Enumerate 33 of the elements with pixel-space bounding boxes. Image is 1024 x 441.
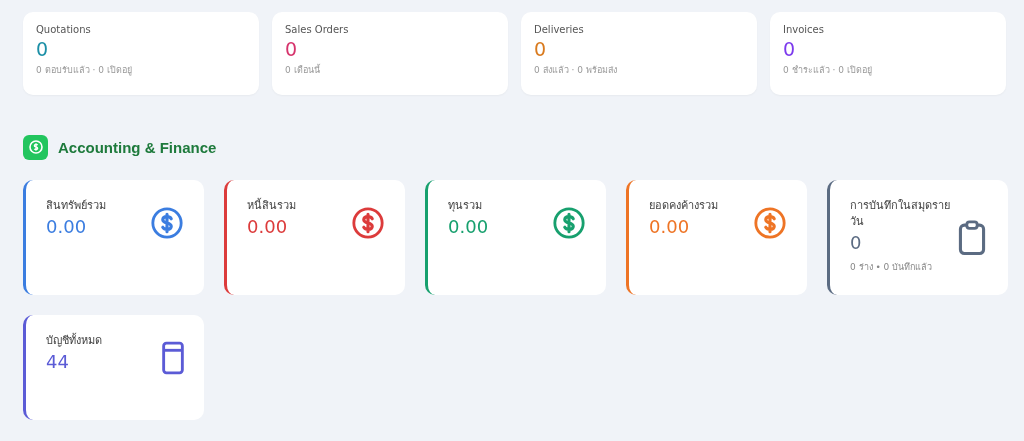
- section-title: Accounting & Finance: [58, 138, 217, 156]
- card-title: สินทรัพย์รวม: [46, 198, 106, 214]
- dollar-icon: [552, 206, 586, 240]
- card-title: การบันทึกในสมุดรายวัน: [850, 198, 951, 230]
- card-note: 0 ส่งแล้ว · 0 พร้อมส่ง: [534, 64, 617, 77]
- card-value: 0: [285, 37, 298, 61]
- card-note: 0 ตอบรับแล้ว · 0 เปิดอยู่: [36, 64, 132, 77]
- card-value: 44: [46, 350, 69, 374]
- card-value: 0.00: [46, 215, 87, 239]
- card-title: หนี้สินรวม: [247, 198, 296, 214]
- clipboard-icon: [956, 220, 988, 256]
- dollar-icon: [150, 206, 184, 240]
- card-value: 0: [36, 37, 49, 61]
- dollar-icon: [351, 206, 385, 240]
- dollar-icon: [753, 206, 787, 240]
- card-note: 0 เดือนนี้: [285, 63, 320, 77]
- card-value: 0: [783, 37, 796, 61]
- book-icon: [162, 341, 184, 375]
- card-value: 0.00: [448, 215, 489, 239]
- card-value: 0.00: [649, 215, 690, 239]
- card-title: Invoices: [783, 24, 824, 35]
- card-value: 0.00: [247, 215, 288, 239]
- card-value: 0: [850, 231, 862, 255]
- card-title: ทุนรวม: [448, 198, 482, 214]
- card-title: Deliveries: [534, 24, 584, 35]
- card-title: ยอดคงค้างรวม: [649, 198, 718, 214]
- card-title: Quotations: [36, 24, 91, 35]
- card-title: บัญชีทั้งหมด: [46, 333, 102, 349]
- card-note: 0 ชำระแล้ว · 0 เปิดอยู่: [783, 64, 872, 77]
- card-title: Sales Orders: [285, 24, 349, 35]
- card-note: 0 ร่าง • 0 บันทึกแล้ว: [850, 261, 933, 274]
- dollar-icon: [23, 134, 48, 160]
- card-value: 0: [534, 37, 547, 61]
